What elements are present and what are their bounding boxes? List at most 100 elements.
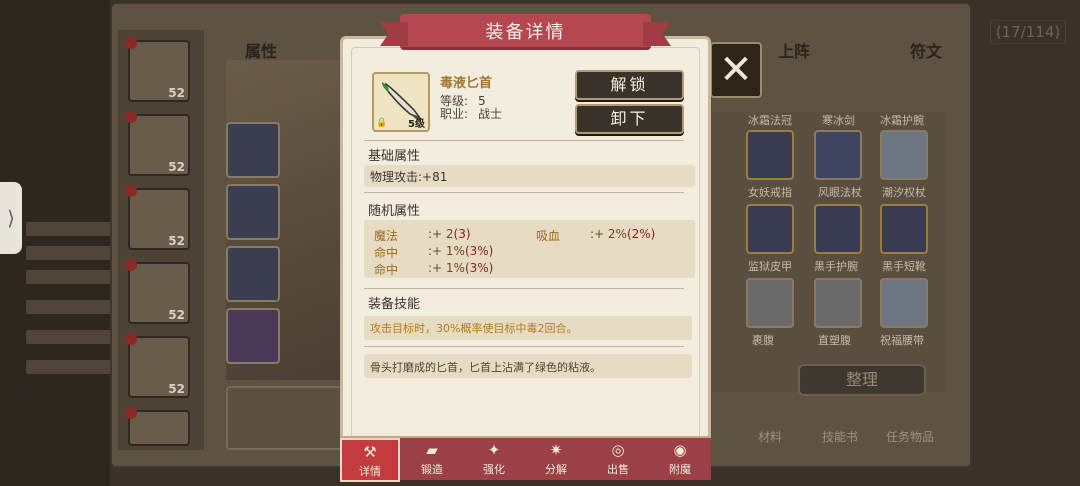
unlock-button[interactable]: 解锁: [575, 70, 684, 100]
equip-label: 冰霜法冠: [748, 114, 792, 127]
equip-slot[interactable]: [746, 204, 794, 254]
equip-slot[interactable]: [880, 130, 928, 180]
close-icon: ✕: [719, 47, 753, 93]
tab-attributes[interactable]: 属性: [245, 38, 277, 62]
pet-box[interactable]: [226, 386, 344, 450]
equipment-skill-text: 攻击目标时，30%概率使目标中毒2回合。: [370, 322, 578, 335]
attr-value: :+ 1%: [428, 261, 465, 275]
tab-details[interactable]: ⚒ 详情: [340, 438, 400, 482]
hero-card[interactable]: 52: [125, 185, 190, 250]
attr-value: :+ 2%: [590, 227, 627, 241]
equip-label: 冰霜护腕: [880, 114, 924, 127]
attr-extra: (3%): [464, 244, 494, 258]
category-quest-items[interactable]: 任务物品: [886, 428, 934, 445]
random-attribute-line: 魔法: [374, 227, 398, 244]
equip-slot[interactable]: [226, 122, 280, 178]
equip-label: 潮汐权杖: [882, 186, 926, 199]
anvil-icon: ▰: [426, 441, 438, 459]
left-info-line: [26, 300, 111, 314]
hero-card[interactable]: 52: [125, 259, 190, 324]
hero-card[interactable]: 52: [125, 37, 190, 102]
item-description: 骨头打磨成的匕首，匕首上沾满了绿色的粘液。: [370, 361, 601, 374]
tab-decompose[interactable]: ✷ 分解: [526, 438, 586, 482]
tab-sell[interactable]: ◎ 出售: [588, 438, 648, 482]
basic-attributes-title: 基础属性: [368, 149, 421, 164]
equip-slot[interactable]: [226, 308, 280, 364]
equip-label: 直塑腹: [818, 334, 851, 347]
random-attribute-line: 吸血: [536, 227, 560, 244]
remove-icon[interactable]: [125, 111, 137, 123]
item-icon[interactable]: 🔒 5级: [372, 72, 430, 132]
attr-extra: (3%): [464, 261, 494, 275]
category-materials[interactable]: 材料: [758, 428, 782, 445]
left-info-line: [26, 246, 111, 260]
random-attribute-value: :+ 2(3): [428, 227, 471, 241]
random-attribute-line: 命中: [374, 244, 398, 261]
equip-label: 女妖戒指: [748, 186, 792, 199]
equip-slot[interactable]: [814, 278, 862, 328]
remove-icon[interactable]: [125, 333, 137, 345]
sparkle-icon: ✦: [487, 441, 501, 459]
item-job: 职业: 战士: [440, 105, 502, 122]
attr-name: 魔法: [374, 229, 399, 243]
tab-deploy[interactable]: 上阵: [778, 38, 810, 62]
tab-enchant[interactable]: ◉ 附魔: [650, 438, 710, 482]
attr-value: :+ 1%: [428, 244, 465, 258]
random-attributes-title: 随机属性: [368, 204, 421, 219]
equipment-skill-title: 装备技能: [368, 297, 421, 312]
left-info-line: [26, 222, 111, 236]
left-info-line: [26, 360, 111, 374]
equip-label: 黑手短靴: [882, 260, 926, 273]
tab-runes[interactable]: 符文: [910, 38, 942, 62]
attr-value: :+ 2: [428, 227, 454, 241]
divider: [364, 192, 684, 193]
close-button[interactable]: ✕: [710, 42, 762, 98]
attr-extra: (3): [453, 227, 471, 241]
tab-label: 附魔: [669, 463, 691, 476]
tab-label: 详情: [359, 465, 381, 478]
tab-label: 出售: [607, 463, 629, 476]
tab-forge[interactable]: ▰ 锻造: [402, 438, 462, 482]
hero-card[interactable]: [125, 407, 190, 446]
equip-label: 黑手护腕: [814, 260, 858, 273]
equip-slot[interactable]: [880, 204, 928, 254]
remove-icon[interactable]: [125, 259, 137, 271]
hero-card[interactable]: 52: [125, 333, 190, 398]
random-attribute-value: :+ 2%(2%): [590, 227, 655, 241]
random-attribute-value: :+ 1%(3%): [428, 244, 493, 258]
equip-slot[interactable]: [746, 130, 794, 180]
sort-button[interactable]: 整理: [798, 364, 926, 396]
remove-icon[interactable]: [125, 37, 137, 49]
item-icon-level: 5级: [408, 119, 425, 130]
hero-card[interactable]: 52: [125, 111, 190, 176]
equip-slot[interactable]: [814, 204, 862, 254]
equipment-skill-box: 攻击目标时，30%概率使目标中毒2回合。: [364, 316, 692, 340]
category-skill-books[interactable]: 技能书: [822, 428, 858, 445]
equip-slot[interactable]: [226, 246, 280, 302]
unequip-button[interactable]: 卸下: [575, 104, 684, 134]
remove-icon[interactable]: [125, 185, 137, 197]
equip-slot[interactable]: [226, 184, 280, 240]
attr-name: 命中: [374, 263, 399, 277]
coins-icon: ◎: [611, 441, 625, 459]
equip-slot[interactable]: [814, 130, 862, 180]
equip-slot[interactable]: [880, 278, 928, 328]
side-expand-tab[interactable]: ⟩: [0, 182, 22, 254]
modal-tab-bar: ⚒ 详情 ▰ 锻造 ✦ 强化 ✷ 分解 ◎ 出售 ◉ 附魔: [340, 436, 711, 482]
equip-label: 监狱皮甲: [748, 260, 792, 273]
random-attribute-line: 命中: [374, 261, 398, 278]
divider: [364, 140, 684, 141]
divider: [364, 346, 684, 347]
tab-label: 锻造: [421, 463, 443, 476]
equip-slot[interactable]: [746, 278, 794, 328]
basic-attribute-text: 物理攻击:+81: [370, 170, 448, 184]
random-attribute-value: :+ 1%(3%): [428, 261, 493, 275]
basic-attribute-row: 物理攻击:+81: [364, 165, 695, 187]
hammer-icon: ⚒: [363, 443, 377, 461]
left-info-line: [26, 330, 111, 344]
remove-icon[interactable]: [125, 407, 137, 419]
modal-title: 装备详情: [400, 14, 651, 50]
lock-icon: 🔒: [376, 118, 388, 128]
tab-enhance[interactable]: ✦ 强化: [464, 438, 524, 482]
divider: [364, 288, 684, 289]
